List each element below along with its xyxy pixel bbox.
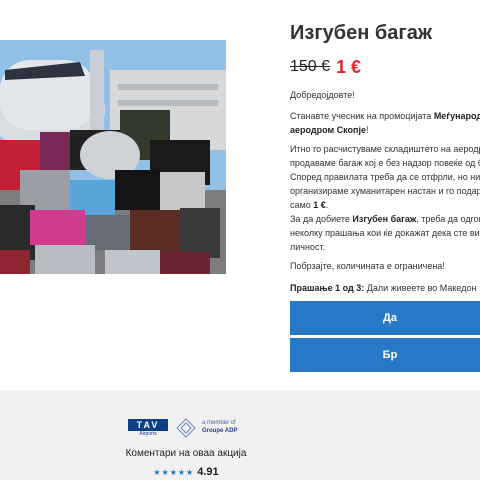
body-price: 1 € xyxy=(313,200,326,210)
intro-paragraph: Станавте учесник на промоцијата Меѓунаро… xyxy=(290,109,480,137)
adp-line-2: Groupe ADP xyxy=(202,428,238,434)
old-price: 150 € xyxy=(290,58,331,75)
product-image xyxy=(0,40,226,274)
task-product-name: Изгубен багаж xyxy=(352,214,417,224)
tav-logo-mark: TAV xyxy=(128,419,168,431)
question-text: Дали живеете во Македон xyxy=(364,283,477,293)
footer: TAV Airports a member of Groupe ADP Коме… xyxy=(0,390,480,480)
intro-bold-text: Меѓународе xyxy=(433,111,480,121)
task-line: неколку прашања кои ќе докажат дека сте … xyxy=(290,228,480,238)
body-line-end: . xyxy=(325,200,329,210)
intro-end: ! xyxy=(365,125,369,135)
task-text-end: , треба да одгово xyxy=(416,214,480,224)
answer-no-button[interactable]: Бр xyxy=(290,338,480,372)
product-title: Изгубен багаж xyxy=(290,22,432,44)
answer-yes-button[interactable]: Да xyxy=(290,301,480,335)
adp-logo-text: a member of Groupe ADP xyxy=(202,419,237,435)
body-line: продаваме багаж кој е без надзор повеќе … xyxy=(290,158,480,168)
body-line: Според правилата треба да се отфрли, но … xyxy=(290,172,480,182)
partner-logos: TAV Airports a member of Groupe ADP xyxy=(128,417,258,439)
hurry-text: Побрзајте, количината е ограничена! xyxy=(290,261,445,271)
comments-label: Коментари на оваа акција xyxy=(125,448,247,459)
task-paragraph: За да добиете Изгубен багаж, треба да од… xyxy=(290,212,480,254)
luggage-pile-illustration xyxy=(0,40,226,274)
adp-line-1: a member of xyxy=(202,420,236,426)
rating: ★★★★★ 4.91 xyxy=(0,462,372,480)
body-line: само xyxy=(290,200,314,210)
intro-text: Станавте учесник на промоцијата xyxy=(290,111,434,121)
quiz-question: Прашање 1 од 3: Дали живеете во Македон xyxy=(290,281,480,295)
star-rating-icon: ★★★★★ xyxy=(153,468,195,477)
rating-score: 4.91 xyxy=(197,466,219,478)
greeting-text: Добредојдовте! xyxy=(290,90,355,100)
new-price: 1 € xyxy=(336,57,362,77)
body-paragraph: Итно го расчистуваме складиштето на аеро… xyxy=(290,142,480,212)
task-text: За да добиете xyxy=(290,214,353,224)
body-line: Итно го расчистуваме складиштето на аеро… xyxy=(290,144,480,154)
promo-page: Изгубен багаж 150 € 1 € Добредојдовте! С… xyxy=(0,0,480,390)
body-line: организираме хуманитарен настан и го под… xyxy=(290,186,480,196)
intro-bold-text-2: аеродром Скопје xyxy=(290,125,366,135)
question-label: Прашање 1 од 3: xyxy=(290,283,365,293)
adp-logo-icon xyxy=(176,418,196,438)
task-line: личност. xyxy=(290,242,326,252)
tav-logo: TAV Airports xyxy=(128,417,168,439)
tav-logo-sub: Airports xyxy=(139,431,157,437)
